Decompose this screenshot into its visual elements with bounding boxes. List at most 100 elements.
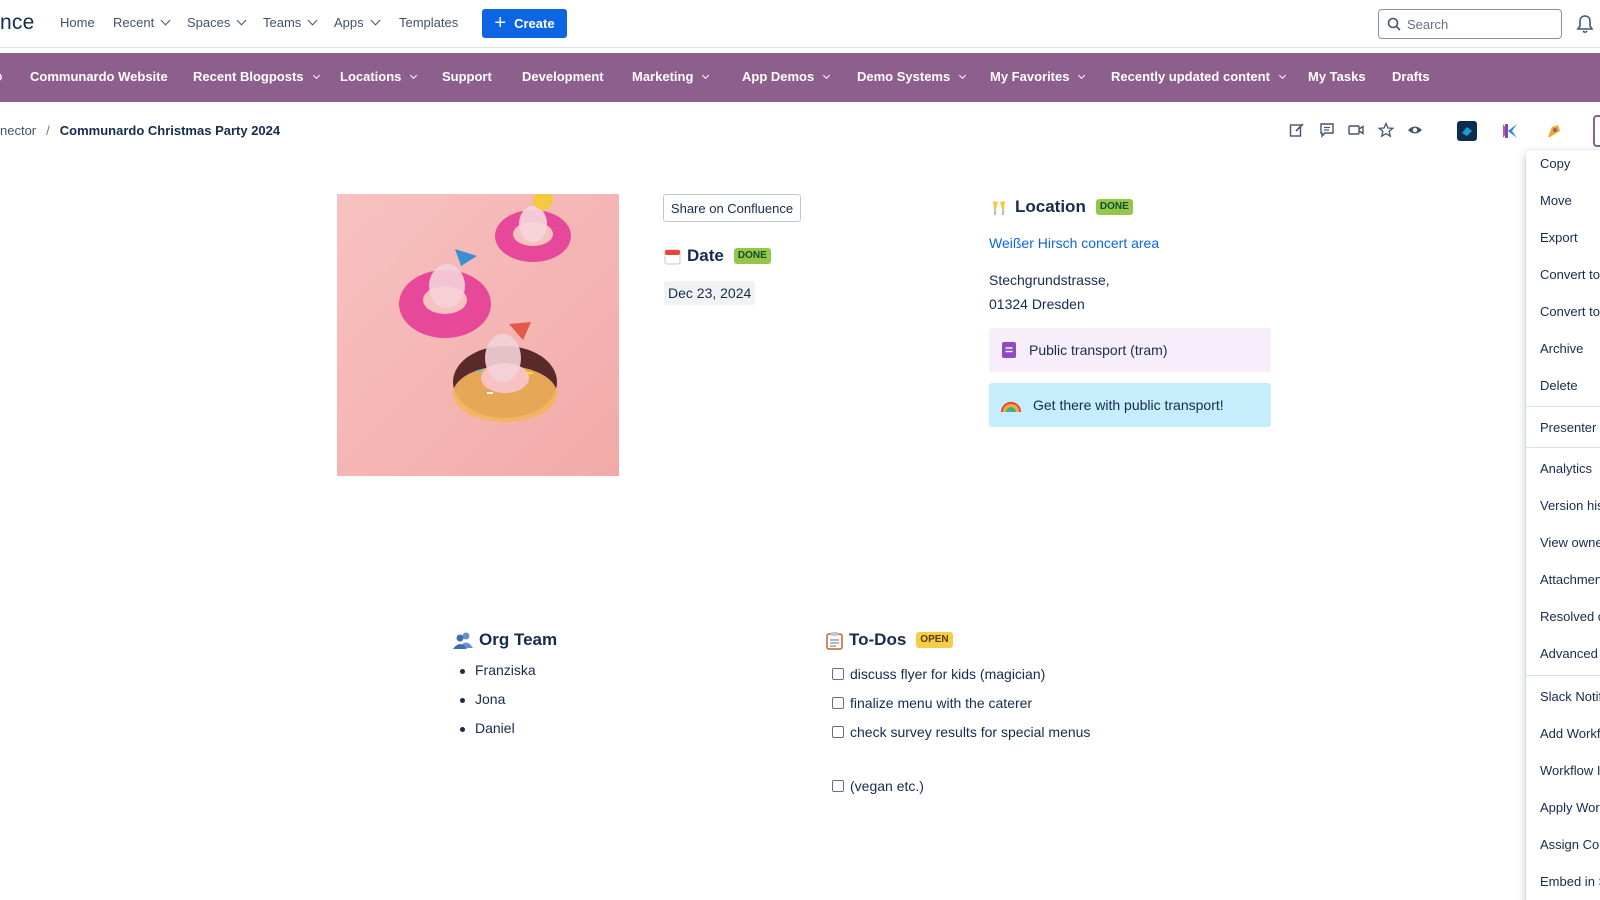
menu-divider [1526, 447, 1600, 448]
date-value[interactable]: Dec 23, 2024 [664, 281, 756, 305]
menu-item-workflow-info[interactable]: Workflow I [1540, 763, 1600, 778]
org-team-title: Org Team [479, 630, 558, 649]
watch-eye-icon[interactable] [1406, 121, 1424, 139]
breadcrumb-parent[interactable]: nector [0, 123, 36, 138]
nav-spaces-label: Spaces [187, 15, 231, 30]
party-image [337, 194, 619, 476]
chevron-down-icon [410, 71, 418, 79]
rainbow-icon [1001, 401, 1021, 413]
video-icon[interactable] [1347, 121, 1365, 139]
task-checkbox[interactable] [832, 726, 844, 738]
menu-label: Recent Blogposts [193, 69, 304, 84]
menu-item-attachments[interactable]: Attachmen [1540, 572, 1600, 587]
more-actions-button[interactable] [1593, 115, 1600, 147]
app-integration-icon[interactable] [1457, 121, 1477, 141]
menu-drafts[interactable]: Drafts [1392, 69, 1430, 84]
menu-app-demos[interactable]: App Demos [742, 69, 831, 84]
menu-support[interactable]: Support [442, 69, 492, 84]
menu-item-convert-1[interactable]: Convert to [1540, 267, 1600, 282]
task-item: finalize menu with the caterer [832, 695, 1032, 711]
menu-arrow-icon[interactable] [0, 72, 5, 82]
breadcrumb-current[interactable]: Communardo Christmas Party 2024 [60, 123, 280, 138]
location-heading: Location DONE [989, 197, 1133, 217]
menu-item-delete[interactable]: Delete [1540, 378, 1578, 393]
menu-item-add-workflow[interactable]: Add Workf [1540, 726, 1600, 741]
menu-item-archive[interactable]: Archive [1540, 341, 1583, 356]
task-checkbox[interactable] [832, 697, 844, 709]
menu-label: Development [522, 69, 604, 84]
address-line-2: 01324 Dresden [989, 296, 1085, 312]
nav-home[interactable]: Home [60, 15, 95, 30]
notifications-bell-icon[interactable] [1576, 14, 1594, 34]
clinking-glasses-icon [993, 201, 1005, 215]
nav-templates-label: Templates [399, 15, 459, 30]
menu-label: App Demos [742, 69, 815, 84]
chevron-down-icon [702, 71, 710, 79]
share-on-confluence-button[interactable]: Share on Confluence [663, 194, 801, 222]
nav-recent[interactable]: Recent [113, 15, 171, 30]
menu-item-embed[interactable]: Embed in S [1540, 874, 1600, 889]
nav-apps-label: Apps [334, 15, 364, 30]
create-button[interactable]: + Create [482, 9, 567, 38]
menu-label: Support [442, 69, 492, 84]
chevron-down-icon [823, 71, 831, 79]
menu-item-apply-workflow[interactable]: Apply Work [1540, 800, 1600, 815]
menu-item-resolved-comments[interactable]: Resolved c [1540, 609, 1600, 624]
menu-locations[interactable]: Locations [340, 69, 418, 84]
rocket-app-icon[interactable] [1544, 121, 1564, 141]
menu-divider [1526, 675, 1600, 676]
task-checkbox[interactable] [832, 780, 844, 792]
app-logo[interactable]: nce [0, 11, 34, 35]
menu-item-convert-2[interactable]: Convert to [1540, 304, 1600, 319]
menu-item-assign-content[interactable]: Assign Con [1540, 837, 1600, 852]
comment-icon[interactable] [1318, 121, 1336, 139]
chevron-down-icon [236, 15, 247, 26]
location-link[interactable]: Weißer Hirsch concert area [989, 235, 1159, 251]
menu-my-favorites[interactable]: My Favorites [990, 69, 1086, 84]
menu-item-export[interactable]: Export [1540, 230, 1578, 245]
menu-item-analytics[interactable]: Analytics [1540, 461, 1592, 476]
nav-apps[interactable]: Apps [334, 15, 381, 30]
nav-teams[interactable]: Teams [263, 15, 318, 30]
search-input[interactable] [1407, 16, 1547, 32]
menu-label: My Favorites [990, 69, 1070, 84]
chevron-down-icon [160, 15, 171, 26]
address-line-1: Stechgrundstrasse, [989, 272, 1110, 288]
menu-item-view-owners[interactable]: View owne [1540, 535, 1600, 550]
nav-teams-label: Teams [263, 15, 302, 30]
search-box[interactable] [1378, 9, 1562, 39]
menu-item-copy[interactable]: Copy [1540, 156, 1570, 171]
menu-my-tasks[interactable]: My Tasks [1308, 69, 1366, 84]
menu-item-presenter[interactable]: Presenter m [1540, 420, 1600, 435]
menu-label: Demo Systems [857, 69, 951, 84]
chevron-down-icon [959, 71, 967, 79]
menu-item-advanced[interactable]: Advanced d [1540, 646, 1600, 661]
status-badge: DONE [733, 248, 771, 264]
nav-spaces[interactable]: Spaces [187, 15, 247, 30]
menu-item-version-history[interactable]: Version hist [1540, 498, 1600, 513]
menu-demo-systems[interactable]: Demo Systems [857, 69, 967, 84]
menu-recent-blogposts[interactable]: Recent Blogposts [193, 69, 320, 84]
chevron-down-icon [312, 71, 320, 79]
chevron-down-icon [1078, 71, 1086, 79]
date-heading: Date DONE [664, 246, 771, 266]
menu-communardo-website[interactable]: Communardo Website [30, 69, 168, 84]
location-title: Location [1015, 197, 1086, 216]
transport-info-panel: Get there with public transport! [989, 383, 1271, 427]
menu-development[interactable]: Development [522, 69, 604, 84]
todos-heading: To-Dos OPEN [826, 630, 953, 650]
star-icon[interactable] [1377, 121, 1395, 139]
menu-label: Recently updated content [1111, 69, 1270, 84]
nav-templates[interactable]: Templates [399, 15, 458, 30]
task-checkbox[interactable] [832, 668, 844, 680]
menu-item-move[interactable]: Move [1540, 193, 1572, 208]
task-label: finalize menu with the caterer [850, 695, 1033, 711]
calendar-icon [664, 249, 681, 264]
chevron-down-icon [370, 15, 381, 26]
menu-marketing[interactable]: Marketing [632, 69, 710, 84]
kanban-app-icon[interactable] [1500, 121, 1520, 141]
menu-item-slack-notifications[interactable]: Slack Notif [1540, 689, 1600, 704]
edit-icon[interactable] [1288, 121, 1306, 139]
menu-recently-updated-content[interactable]: Recently updated content [1111, 69, 1286, 84]
panel-text: Public transport (tram) [1029, 342, 1168, 358]
